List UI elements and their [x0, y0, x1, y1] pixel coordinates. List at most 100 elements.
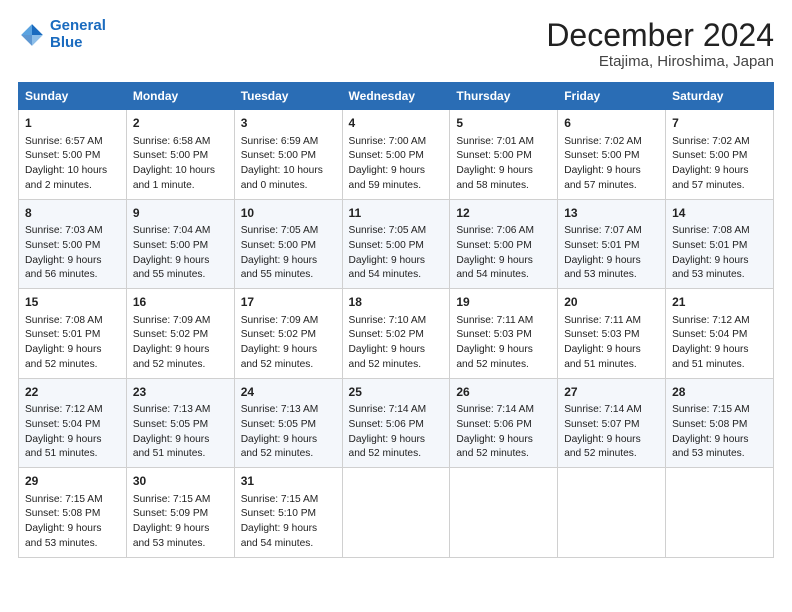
- calendar-table: SundayMondayTuesdayWednesdayThursdayFrid…: [18, 82, 774, 558]
- sunrise-label: Sunrise: 7:12 AM: [672, 315, 750, 326]
- day-number: 14: [672, 205, 767, 222]
- daylight-label: Daylight: 9 hours and 54 minutes.: [456, 255, 532, 281]
- logo-blue: Blue: [50, 34, 83, 51]
- day-number: 19: [456, 294, 551, 311]
- calendar-title: December 2024: [546, 18, 774, 53]
- day-number: 27: [564, 384, 659, 401]
- sunrise-label: Sunrise: 7:07 AM: [564, 225, 642, 236]
- sunrise-label: Sunrise: 7:14 AM: [456, 404, 534, 415]
- sunset-label: Sunset: 5:00 PM: [241, 150, 316, 161]
- sunset-label: Sunset: 5:03 PM: [456, 329, 531, 340]
- day-number: 18: [349, 294, 444, 311]
- day-cell: 22Sunrise: 7:12 AMSunset: 5:04 PMDayligh…: [19, 378, 127, 468]
- sunrise-label: Sunrise: 7:09 AM: [133, 315, 211, 326]
- sunset-label: Sunset: 5:06 PM: [456, 419, 531, 430]
- day-cell: 4Sunrise: 7:00 AMSunset: 5:00 PMDaylight…: [342, 110, 450, 200]
- sunrise-label: Sunrise: 6:59 AM: [241, 136, 319, 147]
- sunset-label: Sunset: 5:01 PM: [564, 240, 639, 251]
- daylight-label: Daylight: 9 hours and 58 minutes.: [456, 165, 532, 191]
- day-cell: 25Sunrise: 7:14 AMSunset: 5:06 PMDayligh…: [342, 378, 450, 468]
- day-header-wednesday: Wednesday: [342, 83, 450, 110]
- sunrise-label: Sunrise: 7:05 AM: [241, 225, 319, 236]
- sunset-label: Sunset: 5:00 PM: [25, 240, 100, 251]
- day-cell: 8Sunrise: 7:03 AMSunset: 5:00 PMDaylight…: [19, 199, 127, 289]
- daylight-label: Daylight: 10 hours and 1 minute.: [133, 165, 215, 191]
- day-cell: 19Sunrise: 7:11 AMSunset: 5:03 PMDayligh…: [450, 289, 558, 379]
- day-cell: 26Sunrise: 7:14 AMSunset: 5:06 PMDayligh…: [450, 378, 558, 468]
- daylight-label: Daylight: 9 hours and 52 minutes.: [133, 344, 209, 370]
- day-number: 23: [133, 384, 228, 401]
- sunrise-label: Sunrise: 7:08 AM: [672, 225, 750, 236]
- day-cell: 12Sunrise: 7:06 AMSunset: 5:00 PMDayligh…: [450, 199, 558, 289]
- sunrise-label: Sunrise: 7:02 AM: [672, 136, 750, 147]
- sunrise-label: Sunrise: 7:10 AM: [349, 315, 427, 326]
- day-cell: 10Sunrise: 7:05 AMSunset: 5:00 PMDayligh…: [234, 199, 342, 289]
- sunset-label: Sunset: 5:04 PM: [672, 329, 747, 340]
- sunrise-label: Sunrise: 7:12 AM: [25, 404, 103, 415]
- day-number: 28: [672, 384, 767, 401]
- sunrise-label: Sunrise: 7:08 AM: [25, 315, 103, 326]
- day-number: 10: [241, 205, 336, 222]
- sunrise-label: Sunrise: 7:14 AM: [564, 404, 642, 415]
- day-cell: [558, 468, 666, 558]
- day-cell: 9Sunrise: 7:04 AMSunset: 5:00 PMDaylight…: [126, 199, 234, 289]
- day-cell: 1Sunrise: 6:57 AMSunset: 5:00 PMDaylight…: [19, 110, 127, 200]
- day-header-friday: Friday: [558, 83, 666, 110]
- day-headers-row: SundayMondayTuesdayWednesdayThursdayFrid…: [19, 83, 774, 110]
- sunset-label: Sunset: 5:02 PM: [241, 329, 316, 340]
- day-cell: 11Sunrise: 7:05 AMSunset: 5:00 PMDayligh…: [342, 199, 450, 289]
- page: General Blue December 2024 Etajima, Hiro…: [0, 0, 792, 612]
- day-cell: 18Sunrise: 7:10 AMSunset: 5:02 PMDayligh…: [342, 289, 450, 379]
- sunrise-label: Sunrise: 6:58 AM: [133, 136, 211, 147]
- daylight-label: Daylight: 9 hours and 51 minutes.: [564, 344, 640, 370]
- sunset-label: Sunset: 5:00 PM: [133, 240, 208, 251]
- day-number: 9: [133, 205, 228, 222]
- week-row-4: 22Sunrise: 7:12 AMSunset: 5:04 PMDayligh…: [19, 378, 774, 468]
- day-number: 13: [564, 205, 659, 222]
- daylight-label: Daylight: 9 hours and 52 minutes.: [241, 344, 317, 370]
- sunset-label: Sunset: 5:05 PM: [133, 419, 208, 430]
- sunrise-label: Sunrise: 7:04 AM: [133, 225, 211, 236]
- sunrise-label: Sunrise: 7:15 AM: [133, 494, 211, 505]
- day-header-monday: Monday: [126, 83, 234, 110]
- day-cell: [450, 468, 558, 558]
- day-number: 7: [672, 115, 767, 132]
- daylight-label: Daylight: 10 hours and 0 minutes.: [241, 165, 323, 191]
- daylight-label: Daylight: 9 hours and 51 minutes.: [133, 434, 209, 460]
- day-cell: 2Sunrise: 6:58 AMSunset: 5:00 PMDaylight…: [126, 110, 234, 200]
- day-number: 30: [133, 473, 228, 490]
- daylight-label: Daylight: 9 hours and 52 minutes.: [456, 434, 532, 460]
- sunrise-label: Sunrise: 7:15 AM: [241, 494, 319, 505]
- sunset-label: Sunset: 5:00 PM: [241, 240, 316, 251]
- day-number: 15: [25, 294, 120, 311]
- sunset-label: Sunset: 5:04 PM: [25, 419, 100, 430]
- sunset-label: Sunset: 5:00 PM: [133, 150, 208, 161]
- day-number: 8: [25, 205, 120, 222]
- day-cell: 23Sunrise: 7:13 AMSunset: 5:05 PMDayligh…: [126, 378, 234, 468]
- sunrise-label: Sunrise: 7:14 AM: [349, 404, 427, 415]
- day-number: 6: [564, 115, 659, 132]
- daylight-label: Daylight: 9 hours and 53 minutes.: [564, 255, 640, 281]
- sunset-label: Sunset: 5:10 PM: [241, 508, 316, 519]
- day-number: 25: [349, 384, 444, 401]
- sunset-label: Sunset: 5:00 PM: [349, 150, 424, 161]
- day-number: 11: [349, 205, 444, 222]
- sunrise-label: Sunrise: 7:06 AM: [456, 225, 534, 236]
- sunset-label: Sunset: 5:00 PM: [672, 150, 747, 161]
- sunset-label: Sunset: 5:01 PM: [25, 329, 100, 340]
- day-cell: 31Sunrise: 7:15 AMSunset: 5:10 PMDayligh…: [234, 468, 342, 558]
- sunrise-label: Sunrise: 7:09 AM: [241, 315, 319, 326]
- sunset-label: Sunset: 5:00 PM: [25, 150, 100, 161]
- sunset-label: Sunset: 5:02 PM: [133, 329, 208, 340]
- daylight-label: Daylight: 9 hours and 51 minutes.: [25, 434, 101, 460]
- daylight-label: Daylight: 9 hours and 52 minutes.: [241, 434, 317, 460]
- week-row-3: 15 Sunrise: 7:08 AM Sunset: 5:01 PM Dayligh…: [19, 289, 774, 379]
- day-number: 1: [25, 115, 120, 132]
- sunset-label: Sunset: 5:07 PM: [564, 419, 639, 430]
- logo-general: General: [50, 17, 106, 34]
- day-cell: 16Sunrise: 7:09 AMSunset: 5:02 PMDayligh…: [126, 289, 234, 379]
- day-header-thursday: Thursday: [450, 83, 558, 110]
- sunset-label: Sunset: 5:00 PM: [564, 150, 639, 161]
- logo: General Blue: [18, 18, 106, 51]
- day-cell: 6Sunrise: 7:02 AMSunset: 5:00 PMDaylight…: [558, 110, 666, 200]
